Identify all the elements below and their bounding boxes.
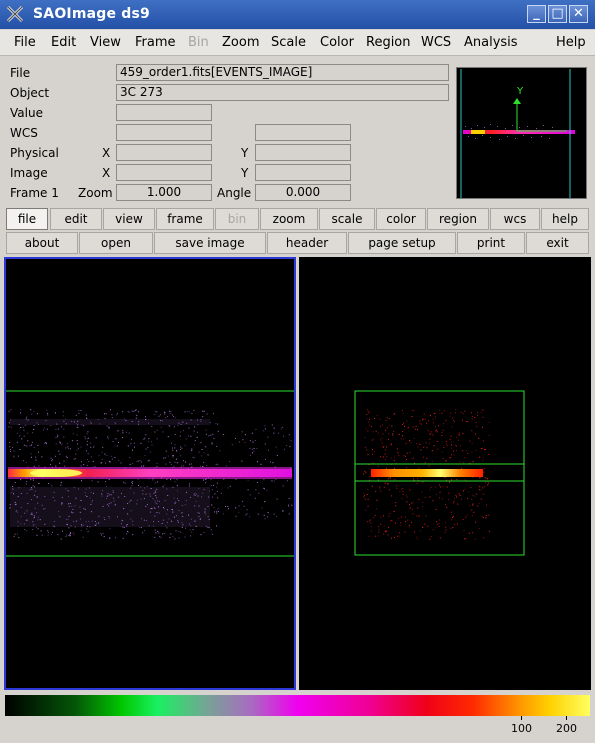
file-field: 459_order1.fits[EVENTS_IMAGE]: [116, 64, 449, 81]
wcs-label: WCS: [10, 126, 38, 140]
angle-label: Angle: [217, 186, 252, 200]
btn-color[interactable]: color: [376, 208, 426, 230]
colorbar-tick-200: 200: [556, 722, 577, 735]
btn-scale[interactable]: scale: [319, 208, 375, 230]
menu-color[interactable]: Color: [320, 35, 354, 50]
btn-wcs[interactable]: wcs: [490, 208, 540, 230]
zoom-field: 1.000: [116, 184, 212, 201]
btn-region[interactable]: region: [427, 208, 489, 230]
btn-header[interactable]: header: [267, 232, 347, 254]
image-x-label: X: [102, 166, 111, 180]
colorbar-tick-mark-200: [566, 716, 567, 720]
btn-file[interactable]: file: [6, 208, 48, 230]
image-frame-1[interactable]: [4, 257, 296, 690]
image-y-label: Y: [241, 166, 249, 180]
btn-bin[interactable]: bin: [215, 208, 259, 230]
physical-y-field: [255, 144, 351, 161]
buttonbar-main: file edit view frame bin zoom scale colo…: [4, 208, 591, 230]
btn-frame[interactable]: frame: [156, 208, 214, 230]
menu-analysis[interactable]: Analysis: [464, 35, 518, 50]
wcs-x-field: [116, 124, 212, 141]
btn-save-image[interactable]: save image: [154, 232, 266, 254]
frame-label: Frame 1: [10, 186, 59, 200]
btn-about[interactable]: about: [6, 232, 78, 254]
wcs-y-field: [255, 124, 351, 141]
image-x-field: [116, 164, 212, 181]
btn-open[interactable]: open: [79, 232, 153, 254]
menu-bin[interactable]: Bin: [188, 35, 209, 50]
value-label: Value: [10, 106, 43, 120]
value-field: [116, 104, 212, 121]
physical-label: Physical: [10, 146, 59, 160]
close-icon[interactable]: ✕: [569, 5, 588, 23]
object-field: 3C 273: [116, 84, 449, 101]
panner-view[interactable]: Y: [456, 67, 587, 199]
btn-help[interactable]: help: [541, 208, 589, 230]
file-label: File: [10, 66, 31, 80]
image-label: Image: [10, 166, 48, 180]
menu-bar: File Edit View Frame Bin Zoom Scale Colo…: [0, 30, 595, 56]
image-frame-2[interactable]: [299, 257, 591, 690]
physical-y-label: Y: [241, 146, 249, 160]
physical-x-label: X: [102, 146, 111, 160]
menu-file[interactable]: File: [14, 35, 36, 50]
panner-y-axis-label: Y: [517, 86, 524, 97]
buttonbar-file: about open save image header page setup …: [4, 232, 591, 254]
object-label: Object: [10, 86, 50, 100]
ds9-app-icon: [6, 5, 24, 23]
menu-view[interactable]: View: [90, 35, 121, 50]
zoom-label: Zoom: [78, 186, 113, 200]
menu-zoom[interactable]: Zoom: [222, 35, 259, 50]
maximize-icon[interactable]: □: [548, 5, 567, 23]
btn-page-setup[interactable]: page setup: [348, 232, 456, 254]
btn-print[interactable]: print: [457, 232, 525, 254]
title-bar: SAOImage ds9 _ □ ✕: [0, 0, 595, 29]
menu-wcs[interactable]: WCS: [421, 35, 451, 50]
angle-field: 0.000: [255, 184, 351, 201]
btn-exit[interactable]: exit: [526, 232, 589, 254]
colorbar-tick-mark-100: [521, 716, 522, 720]
menu-edit[interactable]: Edit: [51, 35, 76, 50]
btn-edit[interactable]: edit: [50, 208, 102, 230]
physical-x-field: [116, 144, 212, 161]
colorbar-tick-100: 100: [511, 722, 532, 735]
btn-view[interactable]: view: [103, 208, 155, 230]
btn-zoom[interactable]: zoom: [260, 208, 318, 230]
minimize-icon[interactable]: _: [527, 5, 546, 23]
menu-region[interactable]: Region: [366, 35, 411, 50]
window-title: SAOImage ds9: [33, 6, 150, 22]
colorbar[interactable]: [5, 695, 590, 716]
menu-frame[interactable]: Frame: [135, 35, 176, 50]
image-y-field: [255, 164, 351, 181]
menu-scale[interactable]: Scale: [271, 35, 306, 50]
frame-1-image: [6, 390, 294, 557]
menu-help[interactable]: Help: [556, 35, 586, 50]
frame-2-image: [354, 390, 525, 556]
